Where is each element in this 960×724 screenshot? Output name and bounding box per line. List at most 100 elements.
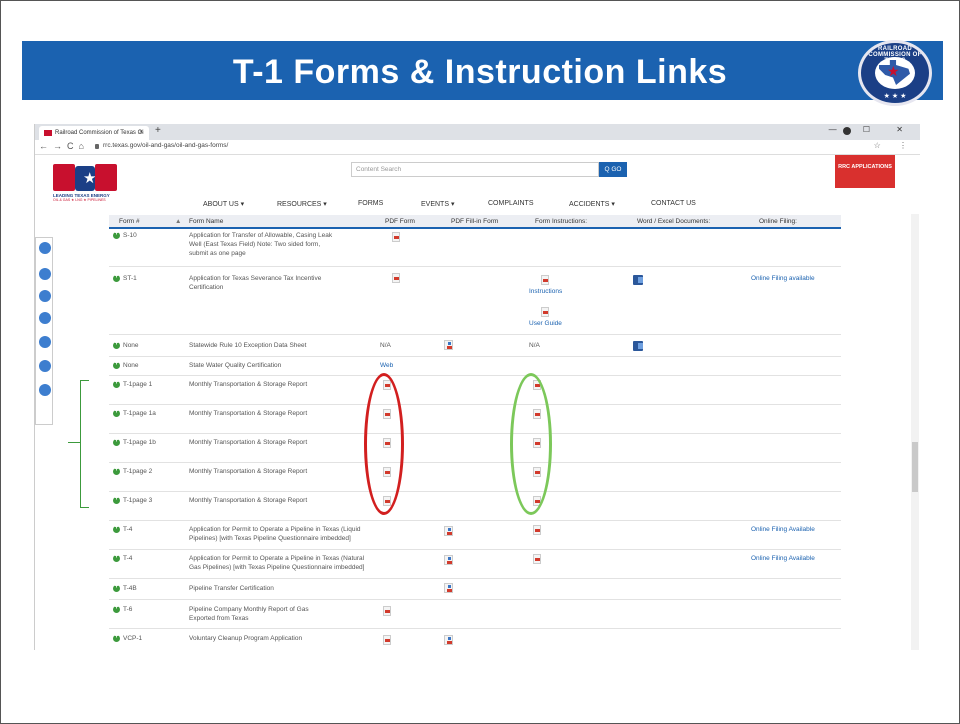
lock-icon xyxy=(95,144,99,149)
browser-tab[interactable]: Railroad Commission of Texas Oi × xyxy=(39,126,149,140)
pdf-fill-in-icon[interactable] xyxy=(444,583,453,593)
table-row: T-1page 2 Monthly Transportation & Stora… xyxy=(109,463,841,492)
form-name: Application for Texas Severance Tax Ince… xyxy=(189,275,322,291)
navigation-icons[interactable]: ←→C⌂ xyxy=(39,141,89,151)
online-filing-link[interactable]: Online Filing Available xyxy=(751,554,815,563)
table-row: T-1page 1a Monthly Transportation & Stor… xyxy=(109,405,841,434)
expand-icon[interactable] xyxy=(113,230,120,239)
expand-icon[interactable] xyxy=(113,360,120,369)
word-doc-icon[interactable] xyxy=(633,275,643,285)
sort-icon[interactable]: ▲ xyxy=(175,218,181,225)
address-bar: ←→C⌂ rrc.texas.gov/oil-and-gas/oil-and-g… xyxy=(35,140,920,155)
table-row: ST-1 Application for Texas Severance Tax… xyxy=(109,267,841,335)
favicon-icon xyxy=(44,130,52,136)
nav-resources[interactable]: RESOURCES ▾ xyxy=(277,200,327,208)
instructions-link[interactable]: Instructions xyxy=(529,287,562,296)
nav-about-us[interactable]: ABOUT US ▾ xyxy=(203,200,244,208)
nav-complaints[interactable]: COMPLAINTS xyxy=(488,200,534,207)
expand-icon[interactable] xyxy=(113,633,120,642)
expand-icon[interactable] xyxy=(113,604,120,613)
truck-icon[interactable] xyxy=(39,312,51,324)
instructions-pdf-icon[interactable] xyxy=(533,525,541,535)
expand-icon[interactable] xyxy=(113,437,120,446)
flame-icon[interactable] xyxy=(39,336,51,348)
instructions-na-text: N/A xyxy=(529,342,540,349)
pdf-icon[interactable] xyxy=(383,606,391,616)
col-pdf-form[interactable]: PDF Form xyxy=(385,218,415,225)
pdf-form-highlight-oval xyxy=(364,373,404,515)
web-link[interactable]: Web xyxy=(380,361,393,370)
main-nav: ABOUT US ▾ RESOURCES ▾ FORMS EVENTS ▾ CO… xyxy=(35,200,920,212)
pdf-icon[interactable] xyxy=(541,307,549,317)
logo-r-left xyxy=(53,164,75,191)
t1-group-bracket xyxy=(80,380,89,508)
pdf-fill-in-icon[interactable] xyxy=(444,555,453,565)
bookmark-and-menu-icons[interactable]: ☆ ⋮ xyxy=(874,141,915,150)
tab-strip: Railroad Commission of Texas Oi × + — ☐ … xyxy=(35,124,920,140)
table-row: T-4 Application for Permit to Operate a … xyxy=(109,550,841,579)
slide-title: T-1 Forms & Instruction Links xyxy=(232,53,728,91)
online-filing-link[interactable]: Online Filing available xyxy=(751,274,815,283)
pdf-na-text: N/A xyxy=(380,342,391,349)
nav-accidents[interactable]: ACCIDENTS ▾ xyxy=(569,200,615,208)
search-go-button[interactable]: Q GO xyxy=(599,162,627,177)
logo-c-right xyxy=(95,164,117,191)
expand-icon[interactable] xyxy=(113,466,120,475)
anchor-icon[interactable] xyxy=(39,360,51,372)
pdf-fill-in-icon[interactable] xyxy=(444,526,453,536)
pdf-fill-in-icon[interactable] xyxy=(444,340,453,350)
form-number: T-1page 1 xyxy=(123,381,153,388)
expand-icon[interactable] xyxy=(113,524,120,533)
hardhat-icon[interactable] xyxy=(39,384,51,396)
pdf-icon[interactable] xyxy=(392,232,400,242)
col-form-name[interactable]: Form Name xyxy=(189,218,223,225)
pdf-icon[interactable] xyxy=(392,273,400,283)
url-input[interactable]: rrc.texas.gov/oil-and-gas/oil-and-gas-fo… xyxy=(103,142,228,149)
expand-icon[interactable] xyxy=(113,273,120,282)
word-doc-icon[interactable] xyxy=(633,341,643,351)
tab-title: Railroad Commission of Texas Oi xyxy=(55,130,144,136)
window-controls[interactable]: — ☐ ✕ xyxy=(829,125,915,134)
star-icon: ★ xyxy=(887,63,900,79)
table-row: T-6 Pipeline Company Monthly Report of G… xyxy=(109,600,841,629)
expand-icon[interactable] xyxy=(113,379,120,388)
expand-icon[interactable] xyxy=(113,408,120,417)
col-word-excel[interactable]: Word / Excel Documents: xyxy=(637,218,710,225)
form-name: Pipeline Company Monthly Report of Gas E… xyxy=(189,606,309,622)
pdf-fill-in-icon[interactable] xyxy=(444,635,453,645)
table-row: T-1page 1b Monthly Transportation & Stor… xyxy=(109,434,841,463)
table-row: T-4 Application for Permit to Operate a … xyxy=(109,521,841,550)
form-number: T-1page 1b xyxy=(123,439,156,446)
drop-icon[interactable] xyxy=(39,268,51,280)
expand-icon[interactable] xyxy=(113,553,120,562)
t1-group-bracket-tick xyxy=(68,442,80,443)
expand-icon[interactable] xyxy=(113,495,120,504)
nav-contact-us[interactable]: CONTACT US xyxy=(651,200,696,207)
col-form-number[interactable]: Form # xyxy=(119,218,140,225)
oil-well-icon[interactable] xyxy=(39,242,51,254)
instructions-pdf-icon[interactable] xyxy=(533,554,541,564)
pdf-icon[interactable] xyxy=(383,635,391,645)
online-filing-link[interactable]: Online Filing Available xyxy=(751,525,815,534)
new-tab-button[interactable]: + xyxy=(155,125,161,136)
tab-close-icon[interactable]: × xyxy=(139,126,143,140)
helmet-icon[interactable] xyxy=(39,290,51,302)
rrc-applications-button[interactable]: RRC APPLICATIONS xyxy=(835,155,895,188)
scrollbar[interactable] xyxy=(911,214,919,650)
scrollbar-thumb[interactable] xyxy=(912,442,918,492)
user-guide-link[interactable]: User Guide xyxy=(529,319,562,328)
logo-center: ★ xyxy=(75,166,96,191)
col-online-filing[interactable]: Online Filing: xyxy=(759,218,797,225)
rrc-logo[interactable]: ★ LEADING TEXAS ENERGY OIL & GAS ★ LNG ★… xyxy=(53,164,117,202)
expand-icon[interactable] xyxy=(113,340,120,349)
form-name: Application for Transfer of Allowable, C… xyxy=(189,232,333,257)
form-name: Pipeline Transfer Certification xyxy=(189,585,274,592)
expand-icon[interactable] xyxy=(113,583,120,592)
site-header: ★ LEADING TEXAS ENERGY OIL & GAS ★ LNG ★… xyxy=(35,155,920,213)
nav-events[interactable]: EVENTS ▾ xyxy=(421,200,454,208)
col-form-instructions[interactable]: Form Instructions: xyxy=(535,218,587,225)
nav-forms[interactable]: FORMS xyxy=(358,200,383,207)
search-input[interactable]: Content Search xyxy=(351,162,599,177)
pdf-icon[interactable] xyxy=(541,275,549,285)
col-pdf-fill-in[interactable]: PDF Fill-in Form xyxy=(451,218,498,225)
